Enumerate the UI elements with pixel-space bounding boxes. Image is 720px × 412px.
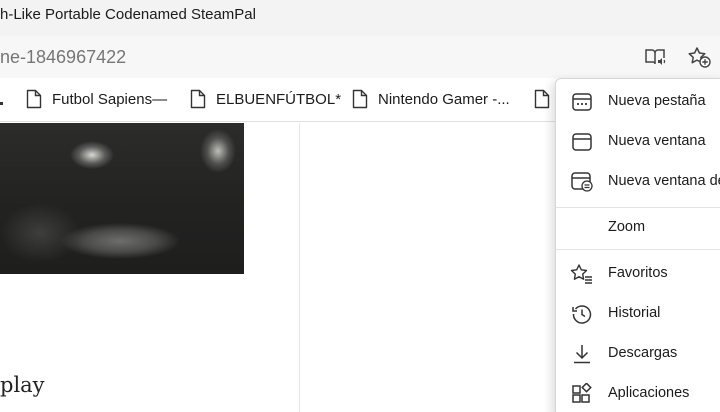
apps-icon [570, 382, 594, 406]
menu-item-new-tab[interactable]: Nueva pestaña [556, 82, 720, 122]
menu-item-history[interactable]: Historial [556, 294, 720, 334]
menu-item-label: Nueva pestaña [608, 93, 706, 109]
star-list-icon [570, 262, 594, 286]
menu-item-label: Nueva ventana de [608, 173, 720, 189]
menu-item-label: Nueva ventana [608, 133, 706, 149]
favorite-item-0[interactable] [0, 88, 14, 110]
inprivate-window-icon [570, 170, 594, 194]
add-favorite-icon[interactable] [687, 45, 711, 69]
history-icon [570, 302, 594, 326]
column-divider [299, 123, 300, 412]
menu-item-downloads[interactable]: Descargas [556, 334, 720, 374]
immersive-reader-icon[interactable] [643, 45, 667, 69]
menu-item-label: Aplicaciones [608, 385, 690, 401]
menu-item-zoom[interactable]: Zoom [556, 208, 720, 248]
page-icon [0, 88, 4, 110]
menu-item-new-inprivate-window[interactable]: Nueva ventana de [556, 162, 720, 202]
settings-menu: Nueva pestaña Nueva ventana Nueva ventan… [555, 78, 720, 412]
window-title: h-Like Portable Codenamed SteamPal [0, 6, 256, 23]
menu-item-label: Zoom [608, 219, 646, 235]
page-icon [26, 89, 42, 109]
url-text[interactable]: ne-1846967422 [0, 47, 126, 68]
page-icon [352, 89, 368, 109]
menu-item-label: Historial [608, 305, 661, 321]
address-bar[interactable]: ne-1846967422 [0, 36, 720, 78]
favorite-item-nintendo-gamer[interactable]: Nintendo Gamer -... [352, 88, 510, 110]
new-window-icon [570, 130, 594, 154]
menu-item-label: Descargas [608, 345, 678, 361]
favorite-label: Nintendo Gamer -... [378, 90, 510, 108]
favorite-item-futbol-sapiens[interactable]: Futbol Sapiens— [26, 88, 167, 110]
menu-separator [556, 249, 720, 250]
page-icon [534, 89, 550, 109]
menu-item-favorites[interactable]: Favoritos [556, 254, 720, 294]
favorite-label: ELBUENFÚTBOL* [216, 90, 342, 108]
article-image [0, 123, 244, 274]
menu-item-apps[interactable]: Aplicaciones [556, 374, 720, 412]
favorite-label: Futbol Sapiens— [52, 90, 168, 108]
menu-item-label: Favoritos [608, 265, 668, 281]
download-icon [570, 342, 594, 366]
article-text: play [0, 373, 45, 397]
page-icon [190, 89, 206, 109]
menu-item-new-window[interactable]: Nueva ventana [556, 122, 720, 162]
favorite-item-elbuenfutbol[interactable]: ELBUENFÚTBOL* [190, 88, 341, 110]
title-bar: h-Like Portable Codenamed SteamPal [0, 0, 720, 36]
new-tab-icon [570, 90, 594, 114]
